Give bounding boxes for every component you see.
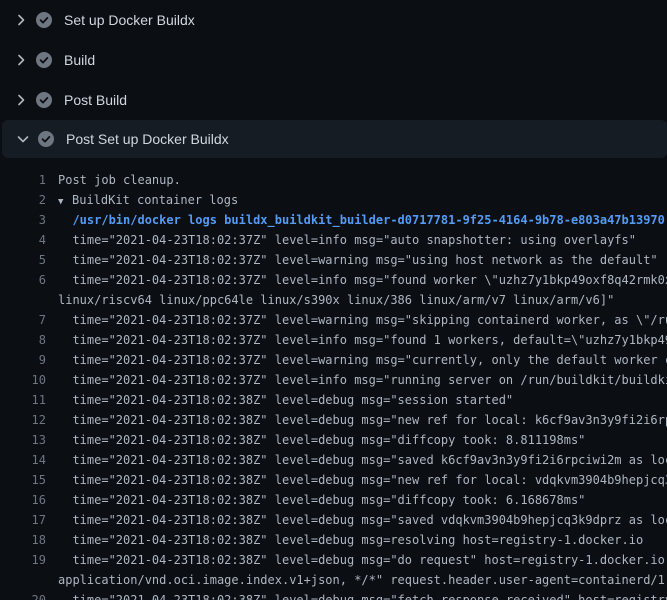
log-line: 9 time="2021-04-23T18:02:37Z" level=warn… xyxy=(0,350,667,370)
log-line: 5 time="2021-04-23T18:02:37Z" level=warn… xyxy=(0,250,667,270)
log-line-text: time="2021-04-23T18:02:38Z" level=debug … xyxy=(58,550,667,570)
log-line-number[interactable]: 2 xyxy=(0,190,46,210)
log-line-text: time="2021-04-23T18:02:38Z" level=debug … xyxy=(58,450,667,470)
log-line-number[interactable]: 9 xyxy=(0,350,46,370)
check-circle-icon xyxy=(36,92,52,108)
log-line: 7 time="2021-04-23T18:02:37Z" level=warn… xyxy=(0,310,667,330)
log-line: 18 time="2021-04-23T18:02:38Z" level=deb… xyxy=(0,530,667,550)
log-line: application/vnd.oci.image.index.v1+json,… xyxy=(0,570,667,590)
log-line-number[interactable]: 3 xyxy=(0,210,46,230)
step-label: Build xyxy=(64,52,95,68)
log-line-number[interactable]: 16 xyxy=(0,490,46,510)
log-line-number[interactable]: 6 xyxy=(0,270,46,290)
chevron-right-icon xyxy=(13,92,29,108)
log-line-text: time="2021-04-23T18:02:37Z" level=warnin… xyxy=(58,350,667,370)
log-line-text: time="2021-04-23T18:02:37Z" level=warnin… xyxy=(58,310,667,330)
actions-log-page: { "colors": { "page_bg": "#0b0e13", "exp… xyxy=(0,0,667,600)
log-line-text: time="2021-04-23T18:02:38Z" level=debug … xyxy=(58,470,667,490)
step-row-post-set-up-docker-buildx[interactable]: Post Set up Docker Buildx xyxy=(2,120,667,158)
step-label: Post Build xyxy=(64,92,127,108)
log-line: 8 time="2021-04-23T18:02:37Z" level=info… xyxy=(0,330,667,350)
log-line: 3 /usr/bin/docker logs buildx_buildkit_b… xyxy=(0,210,667,230)
log-line-number[interactable]: 8 xyxy=(0,330,46,350)
steps-list: Set up Docker Buildx Build Post Build Po… xyxy=(0,0,667,158)
log-line: 6 time="2021-04-23T18:02:37Z" level=info… xyxy=(0,270,667,290)
log-line-number[interactable]: 10 xyxy=(0,370,46,390)
log-line-number[interactable] xyxy=(0,290,46,310)
log-line-number[interactable]: 15 xyxy=(0,470,46,490)
check-circle-icon xyxy=(36,12,52,28)
log-line-number[interactable]: 5 xyxy=(0,250,46,270)
step-row-build[interactable]: Build xyxy=(0,40,667,80)
log-line-text: /usr/bin/docker logs buildx_buildkit_bui… xyxy=(58,210,665,230)
log-line: 16 time="2021-04-23T18:02:38Z" level=deb… xyxy=(0,490,667,510)
log-group-caret-icon[interactable]: ▼ xyxy=(58,192,72,210)
log-line-number[interactable]: 13 xyxy=(0,430,46,450)
log-line-number[interactable]: 18 xyxy=(0,530,46,550)
log-line-number[interactable]: 19 xyxy=(0,550,46,570)
log-line-number[interactable]: 11 xyxy=(0,390,46,410)
log-line-number[interactable]: 12 xyxy=(0,410,46,430)
log-line-text: time="2021-04-23T18:02:38Z" level=debug … xyxy=(58,510,667,530)
step-label: Post Set up Docker Buildx xyxy=(66,131,229,147)
log-line-text: time="2021-04-23T18:02:37Z" level=warnin… xyxy=(58,250,658,270)
check-circle-icon xyxy=(36,52,52,68)
log-line-text: time="2021-04-23T18:02:37Z" level=info m… xyxy=(58,270,667,290)
log-line-text: time="2021-04-23T18:02:38Z" level=debug … xyxy=(58,490,585,510)
log-line: 14 time="2021-04-23T18:02:38Z" level=deb… xyxy=(0,450,667,470)
log-line-text: time="2021-04-23T18:02:38Z" level=debug … xyxy=(58,530,643,550)
log-line-number[interactable] xyxy=(0,570,46,590)
log-line-number[interactable]: 1 xyxy=(0,170,46,190)
log-line: linux/riscv64 linux/ppc64le linux/s390x … xyxy=(0,290,667,310)
log-line-number[interactable]: 4 xyxy=(0,230,46,250)
log-line: 15 time="2021-04-23T18:02:38Z" level=deb… xyxy=(0,470,667,490)
step-row-set-up-docker-buildx[interactable]: Set up Docker Buildx xyxy=(0,0,667,40)
log-console: 1 Post job cleanup. 2 ▼BuildKit containe… xyxy=(0,158,667,600)
log-line-text: time="2021-04-23T18:02:38Z" level=debug … xyxy=(58,390,513,410)
log-line: 2 ▼BuildKit container logs xyxy=(0,190,667,210)
log-line-number[interactable]: 17 xyxy=(0,510,46,530)
log-line-continuation: application/vnd.oci.image.index.v1+json,… xyxy=(58,570,667,590)
log-line-text: time="2021-04-23T18:02:38Z" level=debug … xyxy=(58,410,667,430)
log-line: 17 time="2021-04-23T18:02:38Z" level=deb… xyxy=(0,510,667,530)
chevron-right-icon xyxy=(13,12,29,28)
log-line: 20 time="2021-04-23T18:02:38Z" level=deb… xyxy=(0,590,667,600)
log-line: 12 time="2021-04-23T18:02:38Z" level=deb… xyxy=(0,410,667,430)
log-line-number[interactable]: 20 xyxy=(0,590,46,600)
check-circle-icon xyxy=(38,131,54,147)
step-row-post-build[interactable]: Post Build xyxy=(0,80,667,120)
log-line: 13 time="2021-04-23T18:02:38Z" level=deb… xyxy=(0,430,667,450)
log-line-continuation: linux/riscv64 linux/ppc64le linux/s390x … xyxy=(58,290,614,310)
log-line: 10 time="2021-04-23T18:02:37Z" level=inf… xyxy=(0,370,667,390)
log-line: 1 Post job cleanup. xyxy=(0,170,667,190)
log-line-text: Post job cleanup. xyxy=(58,170,181,190)
log-line-text: time="2021-04-23T18:02:37Z" level=info m… xyxy=(58,330,667,350)
log-line-text: time="2021-04-23T18:02:37Z" level=info m… xyxy=(58,230,636,250)
log-line: 11 time="2021-04-23T18:02:38Z" level=deb… xyxy=(0,390,667,410)
chevron-right-icon xyxy=(13,52,29,68)
chevron-down-icon xyxy=(15,131,31,147)
log-line-number[interactable]: 7 xyxy=(0,310,46,330)
log-line-number[interactable]: 14 xyxy=(0,450,46,470)
log-line: 19 time="2021-04-23T18:02:38Z" level=deb… xyxy=(0,550,667,570)
log-line-text: time="2021-04-23T18:02:38Z" level=debug … xyxy=(58,430,585,450)
log-line-text: ▼BuildKit container logs xyxy=(58,190,238,210)
step-label: Set up Docker Buildx xyxy=(64,12,195,28)
log-line-text: time="2021-04-23T18:02:38Z" level=debug … xyxy=(58,590,667,600)
log-line-text: time="2021-04-23T18:02:37Z" level=info m… xyxy=(58,370,667,390)
log-line: 4 time="2021-04-23T18:02:37Z" level=info… xyxy=(0,230,667,250)
